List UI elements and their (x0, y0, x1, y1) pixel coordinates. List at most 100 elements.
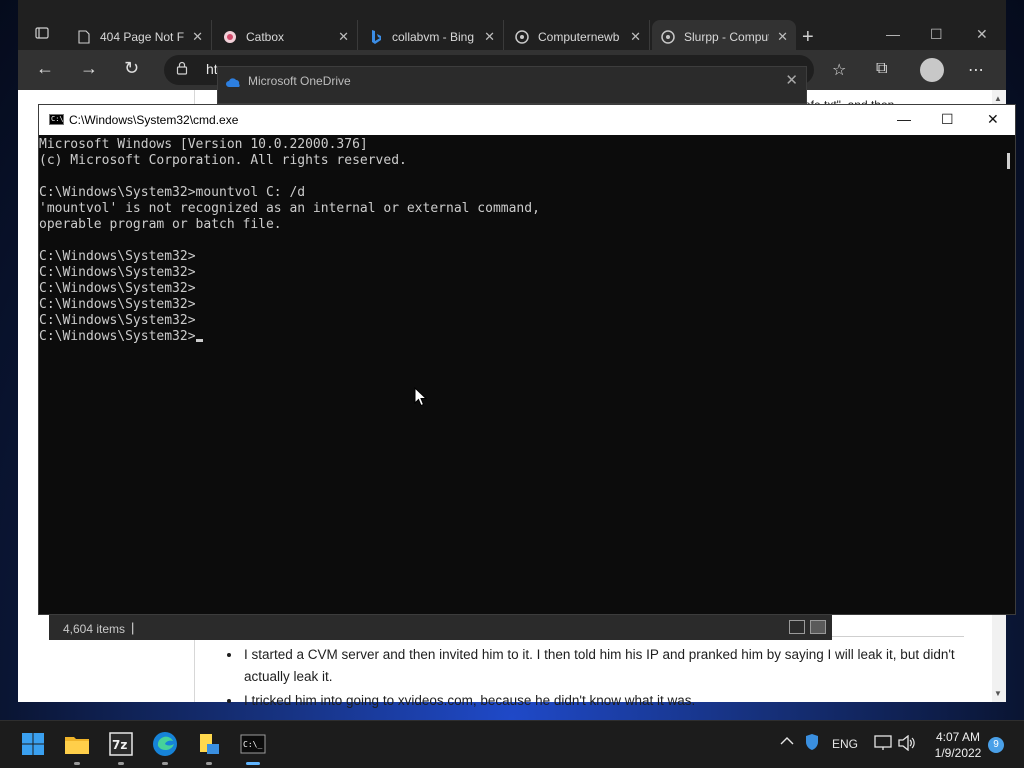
tab-404[interactable]: 404 Page Not Found ✕ (68, 20, 212, 54)
close-icon[interactable]: ✕ (785, 71, 798, 89)
console-line-text: 'mountvol' is not recognized as an inter… (39, 201, 540, 216)
back-icon[interactable]: ← (36, 58, 54, 79)
minimize-icon[interactable]: — (897, 111, 911, 127)
maximize-icon[interactable]: ☐ (930, 26, 943, 43)
security-shield-icon[interactable] (804, 733, 820, 754)
chevron-up-icon[interactable] (780, 735, 794, 749)
forward-icon[interactable]: → (80, 58, 98, 79)
close-window-icon[interactable]: ✕ (976, 26, 988, 43)
console-line: C:\Windows\System32> (39, 265, 1001, 281)
console-line-text: Microsoft Windows [Version 10.0.22000.37… (39, 137, 368, 152)
tab-title: 404 Page Not Found (100, 30, 185, 44)
running-indicator (74, 762, 80, 765)
tab-slurpp[interactable]: Slurpp - Computernewb Wiki ✕ (652, 20, 796, 54)
onedrive-popup: Microsoft OneDrive ✕ (217, 66, 807, 104)
tab-computernewb[interactable]: Computernewb Wiki ✕ (506, 20, 650, 54)
tab-title: Slurpp - Computernewb Wiki (684, 30, 770, 44)
url-text: ht (206, 61, 218, 77)
wiki-icon (514, 29, 530, 45)
console-line-text: (c) Microsoft Corporation. All rights re… (39, 153, 407, 168)
catbox-icon (222, 29, 238, 45)
console-line-text: C:\Windows\System32> (39, 265, 196, 280)
wiki-icon (660, 29, 676, 45)
console-line-text: C:\Windows\System32> (39, 313, 196, 328)
console-line: C:\Windows\System32> (39, 281, 1001, 297)
lock-icon[interactable] (176, 61, 188, 78)
status-separator: | (131, 620, 135, 635)
mouse-cursor-icon (414, 387, 428, 407)
window-title: C:\Windows\System32\cmd.exe (69, 113, 239, 127)
console-line: C:\Windows\System32> (39, 313, 1001, 329)
scrollbar-thumb[interactable] (1007, 153, 1010, 169)
console-line-text: C:\Windows\System32>mountvol C: /d (39, 185, 306, 200)
console-line: Microsoft Windows [Version 10.0.22000.37… (39, 137, 1001, 153)
running-indicator (206, 762, 212, 765)
tab-title: Computernewb Wiki (538, 30, 622, 44)
clock-time: 4:07 AM (935, 730, 981, 744)
list-item: I tricked him into going to xvideos.com,… (242, 690, 964, 712)
onedrive-cloud-icon (226, 75, 242, 87)
close-icon[interactable]: ✕ (484, 29, 495, 45)
item-count: 4,604 items (63, 622, 126, 636)
tab-actions-icon[interactable] (28, 26, 56, 44)
running-indicator (118, 762, 124, 765)
onedrive-title: Microsoft OneDrive (248, 74, 351, 88)
cmd-taskbar-icon[interactable]: C:\_ (238, 729, 268, 765)
tab-title: collabvm - Bing (392, 30, 475, 44)
maximize-icon[interactable]: ☐ (941, 111, 954, 128)
minimize-icon[interactable]: — (886, 26, 900, 42)
network-icon[interactable] (874, 735, 892, 754)
text-cursor (195, 339, 203, 342)
console-line: operable program or batch file. (39, 217, 1001, 233)
console-output[interactable]: Microsoft Windows [Version 10.0.22000.37… (39, 135, 1001, 613)
system-clock[interactable]: 4:07 AM 1/9/2022 (930, 729, 986, 761)
running-indicator (246, 762, 260, 765)
close-icon[interactable]: ✕ (630, 29, 641, 45)
console-scrollbar[interactable] (1003, 135, 1015, 613)
close-icon[interactable]: ✕ (192, 29, 203, 45)
close-window-icon[interactable]: ✕ (987, 111, 999, 128)
console-line-text: C:\Windows\System32> (39, 249, 196, 264)
more-menu-icon[interactable]: ⋯ (968, 60, 984, 80)
bing-icon (368, 29, 384, 45)
taskbar: 7z C:\_ ENG 4:07 AM 1/9/2022 9 (0, 720, 1024, 768)
close-icon[interactable]: ✕ (777, 29, 788, 45)
cmd-titlebar[interactable]: C:\ C:\Windows\System32\cmd.exe — ☐ ✕ (39, 105, 1015, 135)
volume-icon[interactable] (898, 734, 916, 754)
folder-app-icon[interactable] (194, 729, 224, 765)
scroll-up-icon[interactable]: ▲ (994, 94, 1002, 103)
start-icon[interactable] (18, 729, 48, 759)
console-line: C:\Windows\System32> (39, 249, 1001, 265)
profile-avatar[interactable] (920, 58, 944, 82)
bullet-list: I started a CVM server and then invited … (224, 644, 964, 714)
console-line: C:\Windows\System32> (39, 297, 1001, 313)
explorer-status-bar: 4,604 items | (49, 614, 832, 640)
collections-icon[interactable]: ⧉ (876, 60, 887, 78)
console-line: (c) Microsoft Corporation. All rights re… (39, 153, 1001, 169)
close-icon[interactable]: ✕ (338, 29, 349, 45)
tab-catbox[interactable]: Catbox ✕ (214, 20, 358, 54)
refresh-icon[interactable]: ↻ (124, 58, 139, 79)
notification-badge[interactable]: 9 (988, 737, 1004, 753)
console-line: 'mountvol' is not recognized as an inter… (39, 201, 1001, 217)
favorites-icon[interactable]: ☆ (832, 60, 846, 80)
svg-text:C:\_: C:\_ (243, 740, 262, 749)
console-line: C:\Windows\System32> (39, 329, 1001, 345)
7zip-icon[interactable]: 7z (106, 729, 136, 765)
new-tab-icon[interactable]: + (802, 27, 814, 47)
scroll-down-icon[interactable]: ▼ (994, 689, 1002, 698)
details-view-icon[interactable] (789, 620, 805, 634)
list-item: I started a CVM server and then invited … (242, 644, 964, 688)
tab-bing[interactable]: collabvm - Bing ✕ (360, 20, 504, 54)
console-line-text: C:\Windows\System32> (39, 281, 196, 296)
tab-title: Catbox (246, 30, 285, 44)
language-indicator[interactable]: ENG (832, 737, 858, 751)
clock-date: 1/9/2022 (934, 746, 982, 760)
tiles-view-icon[interactable] (810, 620, 826, 634)
file-explorer-icon[interactable] (62, 729, 92, 765)
console-line-text: C:\Windows\System32> (39, 329, 196, 344)
cmd-icon: C:\ (49, 114, 64, 125)
edge-icon[interactable] (150, 729, 180, 765)
console-line: C:\Windows\System32>mountvol C: /d (39, 185, 1001, 201)
